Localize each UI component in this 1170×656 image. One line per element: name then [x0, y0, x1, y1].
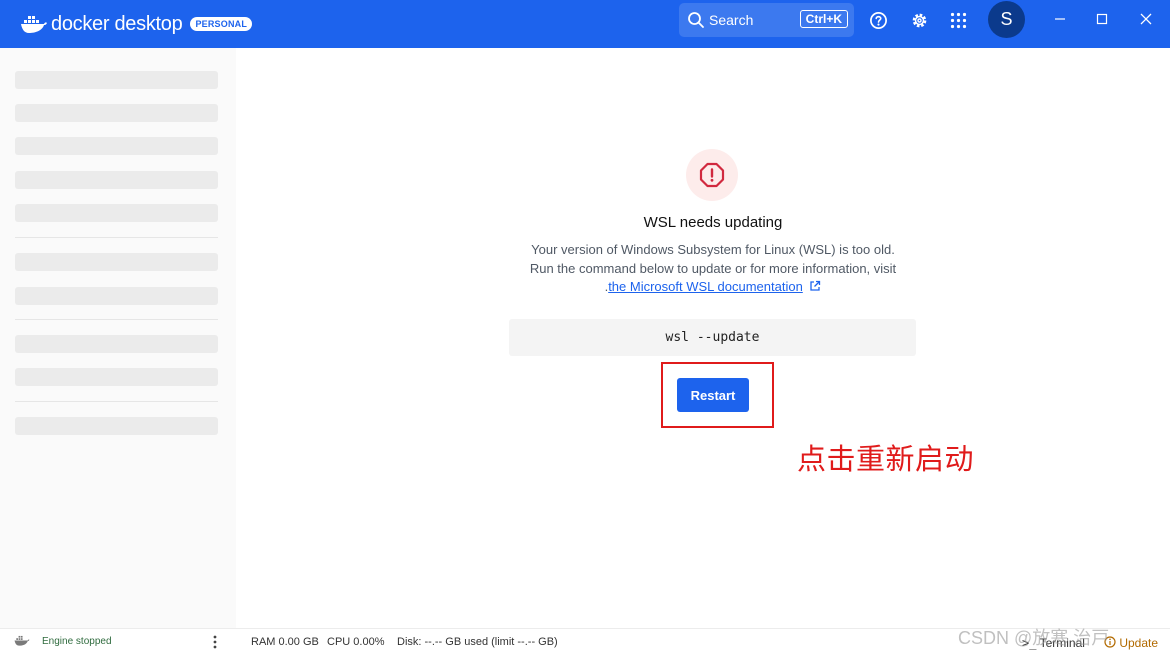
- sidebar-skeleton-item: [15, 368, 218, 386]
- apps-grid-icon[interactable]: [948, 10, 968, 30]
- title-bar: docker desktop PERSONAL Search Ctrl+K S: [0, 0, 1170, 48]
- watermark: CSDN @放寒 治戸: [958, 628, 1110, 648]
- sidebar-skeleton-item: [15, 104, 218, 122]
- sidebar-divider: [15, 401, 218, 402]
- update-button[interactable]: Update: [1104, 636, 1158, 650]
- minimize-icon[interactable]: [1050, 9, 1070, 29]
- annotation-label: 点击重新启动: [797, 444, 975, 476]
- search-icon: [688, 12, 704, 28]
- search-bar[interactable]: Search Ctrl+K: [679, 3, 854, 37]
- command-box[interactable]: wsl --update: [509, 319, 916, 356]
- update-label: Update: [1119, 636, 1159, 650]
- sidebar-divider: [15, 237, 218, 238]
- help-icon[interactable]: [868, 10, 888, 30]
- close-icon[interactable]: [1136, 9, 1156, 29]
- search-shortcut: Ctrl+K: [799, 10, 848, 28]
- sidebar-skeleton-item: [15, 287, 218, 305]
- dialog-description: Your version of Windows Subsystem for Li…: [463, 241, 963, 297]
- docker-whale-icon: [21, 16, 47, 33]
- description-line-1: Your version of Windows Subsystem for Li…: [531, 242, 895, 257]
- docker-whale-icon: [14, 635, 30, 646]
- description-line-2: Run the command below to update or for m…: [529, 260, 897, 276]
- restart-button[interactable]: Restart: [677, 378, 749, 412]
- sidebar: [0, 48, 236, 628]
- sidebar-skeleton-item: [15, 137, 218, 155]
- app-brand: docker desktop PERSONAL: [20, 12, 253, 36]
- more-vertical-icon[interactable]: [213, 635, 217, 649]
- dialog-title: WSL needs updating: [643, 214, 783, 231]
- description-line-3: .the Microsoft WSL documentation: [463, 278, 963, 297]
- sidebar-skeleton-item: [15, 417, 218, 435]
- search-label: Search: [709, 12, 754, 28]
- disk-usage: Disk: --.-- GB used (limit --.-- GB): [397, 636, 558, 648]
- sidebar-skeleton-item: [15, 335, 218, 353]
- app-title: docker desktop: [51, 12, 183, 35]
- external-link-icon[interactable]: [809, 280, 821, 292]
- maximize-icon[interactable]: [1092, 9, 1112, 29]
- engine-status: Engine stopped: [42, 636, 112, 647]
- alert-badge: [686, 149, 738, 201]
- wsl-docs-link[interactable]: the Microsoft WSL documentation: [608, 279, 803, 294]
- gear-icon[interactable]: [909, 10, 929, 30]
- cpu-usage: CPU 0.00%: [327, 636, 385, 648]
- avatar[interactable]: S: [988, 1, 1025, 38]
- sidebar-skeleton-item: [15, 204, 218, 222]
- sidebar-divider: [15, 319, 218, 320]
- ram-usage: RAM 0.00 GB: [251, 636, 319, 648]
- alert-octagon-icon: [699, 162, 725, 188]
- sidebar-skeleton-item: [15, 253, 218, 271]
- sidebar-skeleton-item: [15, 171, 218, 189]
- plan-badge: PERSONAL: [190, 17, 253, 31]
- sidebar-skeleton-item: [15, 71, 218, 89]
